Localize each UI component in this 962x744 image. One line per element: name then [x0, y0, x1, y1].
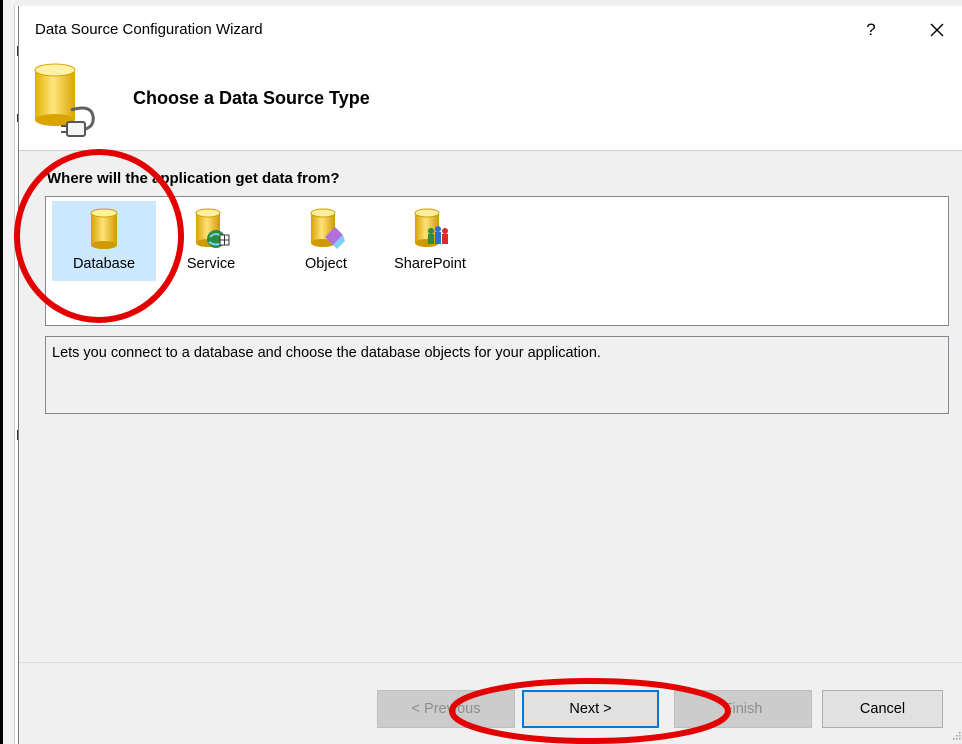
source-label: SharePoint [394, 256, 466, 272]
database-plug-icon [34, 63, 95, 137]
title-bar: Data Source Configuration Wizard ? [19, 6, 962, 50]
resize-grip-icon[interactable] [951, 730, 961, 740]
database-icon [90, 208, 118, 249]
background-border [0, 0, 3, 744]
object-icon [310, 208, 345, 249]
data-source-list: Database Service Object SharePoint [45, 196, 949, 326]
wizard-header: Choose a Data Source Type [19, 50, 962, 151]
source-label: Service [186, 256, 236, 272]
footer-divider [19, 662, 962, 663]
description-box: Lets you connect to a database and choos… [45, 336, 949, 414]
page-title: Choose a Data Source Type [133, 88, 370, 108]
source-label: Database [72, 256, 136, 272]
sharepoint-icon [414, 208, 448, 247]
source-item-object[interactable]: Object [286, 201, 366, 281]
help-button[interactable]: ? [855, 14, 887, 46]
question-label: Where will the application get data from… [47, 170, 340, 187]
wizard-dialog: Data Source Configuration Wizard ? Choos… [18, 6, 962, 744]
source-item-database[interactable]: Database [52, 201, 156, 281]
close-button[interactable] [919, 14, 955, 46]
source-label: Object [305, 256, 347, 272]
finish-button[interactable]: Finish [674, 690, 812, 728]
source-item-sharepoint[interactable]: SharePoint [380, 201, 480, 281]
close-icon [930, 23, 944, 37]
previous-button[interactable]: < Previous [377, 690, 515, 728]
dialog-title: Data Source Configuration Wizard [35, 21, 263, 38]
service-icon [195, 208, 230, 248]
cancel-button[interactable]: Cancel [822, 690, 943, 728]
source-item-service[interactable]: Service [168, 201, 254, 281]
next-button[interactable]: Next > [522, 690, 659, 728]
